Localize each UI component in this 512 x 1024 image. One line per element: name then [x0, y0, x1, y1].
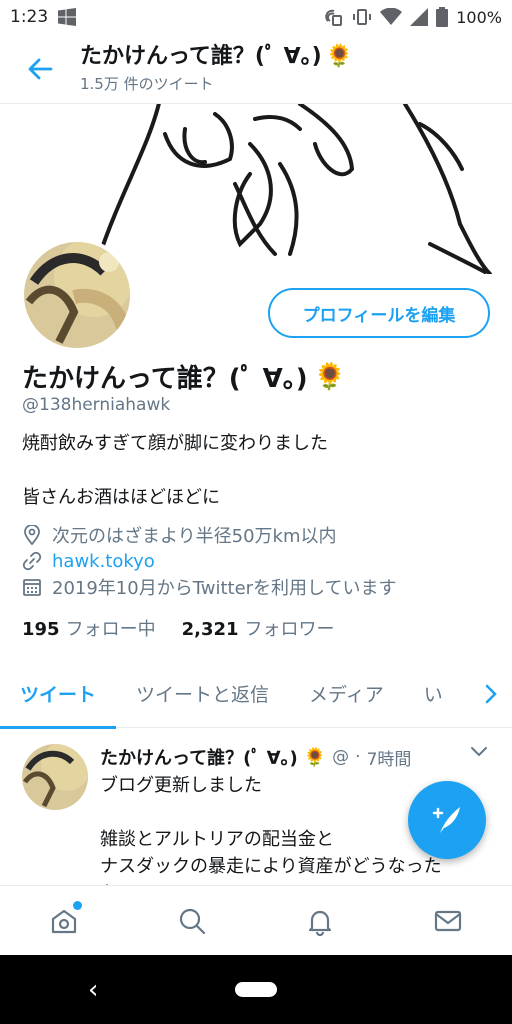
- chevron-right-icon[interactable]: [484, 684, 498, 704]
- signal-icon: [410, 8, 429, 26]
- home-icon: [49, 906, 79, 936]
- system-back-icon[interactable]: ‹: [88, 975, 98, 1005]
- search-icon: [177, 906, 207, 936]
- nav-messages[interactable]: [416, 891, 480, 951]
- profile-meta: 次元のはざまより半径50万km以内 hawk.tokyo 2019年10月からT…: [22, 522, 397, 600]
- profile-avatar[interactable]: [20, 238, 134, 352]
- following-link[interactable]: 195 フォロー中: [22, 615, 156, 641]
- nfc-icon: [324, 7, 344, 27]
- tab-likes[interactable]: い: [404, 660, 463, 728]
- tab-media[interactable]: メディア: [289, 660, 404, 728]
- compose-button[interactable]: [408, 781, 486, 859]
- joined-row: 2019年10月からTwitterを利用しています: [22, 574, 397, 600]
- website-row: hawk.tokyo: [22, 548, 397, 574]
- tweet-avatar[interactable]: [22, 744, 88, 810]
- status-bar: 1:23 100%: [0, 0, 512, 34]
- followers-count: 2,321: [181, 619, 239, 640]
- status-time: 1:23: [10, 7, 49, 27]
- following-count: 195: [22, 619, 60, 640]
- tweet-count: 1.5万 件のツイート: [80, 75, 214, 93]
- bio-line: 皆さんお酒はほどほどに: [22, 487, 220, 508]
- sunflower-icon: 🌻: [313, 361, 347, 392]
- follow-stats: 195 フォロー中 2,321 フォロワー: [22, 615, 335, 641]
- edit-profile-button[interactable]: プロフィールを編集: [268, 288, 490, 338]
- bottom-nav: [0, 885, 512, 955]
- app-header: たかけんって誰？(ﾟ ∀。) 🌻 1.5万 件のツイート: [0, 34, 512, 104]
- tweet-author-handle: @: [332, 747, 350, 767]
- header-title: たかけんって誰？(ﾟ ∀。) 🌻: [80, 43, 353, 71]
- nav-search[interactable]: [160, 891, 224, 951]
- followers-label: フォロワー: [244, 619, 335, 640]
- tab-tweets[interactable]: ツイート: [0, 660, 117, 729]
- system-home-pill[interactable]: [235, 982, 277, 997]
- profile-handle: @138herniahawk: [22, 395, 171, 415]
- bio-line: 焼酎飲みすぎて顔が脚に変わりました: [22, 433, 328, 454]
- tweet-time: 7時間: [366, 749, 412, 770]
- sunflower-icon: 🌻: [325, 44, 354, 69]
- profile-bio: 焼酎飲みすぎて顔が脚に変わりました 皆さんお酒はほどほどに: [22, 430, 328, 511]
- nav-notifications[interactable]: [288, 891, 352, 951]
- sunflower-icon: 🌻: [303, 746, 327, 768]
- system-nav-bar: ‹: [0, 955, 512, 1024]
- tweet-dot: ·: [355, 747, 361, 767]
- location-text: 次元のはざまより半径50万km以内: [52, 526, 337, 547]
- tab-tweets-replies[interactable]: ツイートと返信: [116, 660, 289, 728]
- back-arrow-icon: [27, 56, 53, 82]
- tweet-header: たかけんって誰？(ﾟ ∀。) 🌻 @ · 7時間: [100, 744, 411, 770]
- header-title-text: たかけんって誰？(ﾟ ∀。): [80, 44, 322, 69]
- profile-name: たかけんって誰？(ﾟ ∀。) 🌻: [22, 358, 346, 395]
- windows-logo-icon: [58, 8, 77, 26]
- tweet-line: ナスダックの暴走により資産がどうなった: [100, 856, 442, 877]
- notification-dot: [73, 900, 82, 910]
- profile-tabs: ツイート ツイートと返信 メディア い: [0, 660, 512, 729]
- location-row: 次元のはざまより半径50万km以内: [22, 522, 397, 548]
- back-button[interactable]: [0, 34, 80, 104]
- battery-icon: [436, 7, 449, 27]
- tweet-author-name: たかけんって誰？(ﾟ ∀。): [100, 748, 298, 769]
- mail-icon: [433, 906, 463, 936]
- vibrate-icon: [352, 7, 372, 27]
- calendar-icon: [22, 577, 42, 597]
- wifi-icon: [380, 8, 403, 26]
- bell-icon: [305, 906, 335, 936]
- profile-name-text: たかけんって誰？(ﾟ ∀。): [22, 364, 308, 394]
- caret-down-icon[interactable]: [470, 746, 488, 758]
- nav-home[interactable]: [32, 891, 96, 951]
- joined-text: 2019年10月からTwitterを利用しています: [52, 578, 397, 599]
- website-link[interactable]: hawk.tokyo: [52, 551, 155, 572]
- compose-icon: [430, 803, 464, 837]
- location-pin-icon: [22, 525, 42, 545]
- following-label: フォロー中: [65, 619, 156, 640]
- followers-link[interactable]: 2,321 フォロワー: [182, 615, 335, 641]
- battery-percent: 100%: [456, 7, 502, 27]
- link-icon: [22, 551, 42, 571]
